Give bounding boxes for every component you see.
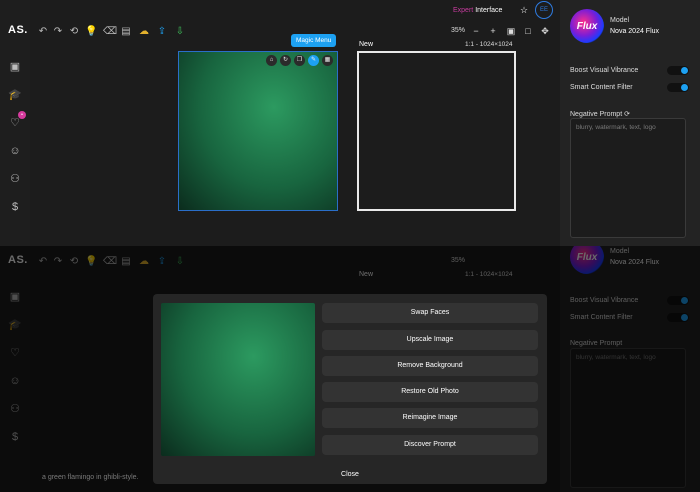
sync-icon[interactable]: ⟳: [624, 111, 630, 118]
new-canvas-frame[interactable]: [357, 51, 516, 211]
image-mini-toolbar: ⌂ ↻ ❐ ✎ ▦: [266, 55, 333, 67]
frame-icon[interactable]: □: [523, 26, 533, 36]
left-sidebar: AS. ▣ 🎓 ♡ • ☺ ⚇ $: [0, 0, 30, 246]
eraser-icon[interactable]: ⌫: [103, 26, 117, 38]
restore-old-photo-button[interactable]: Restore Old Photo: [322, 382, 538, 402]
layers-icon[interactable]: ❐: [294, 55, 305, 66]
profile-icon[interactable]: ☺: [8, 144, 22, 158]
interface-word: Interface: [475, 7, 503, 14]
zoom-out-icon[interactable]: −: [471, 26, 481, 36]
star-icon[interactable]: ☆: [520, 5, 530, 15]
idea-icon[interactable]: 💡: [85, 26, 97, 38]
vibrance-toggle[interactable]: [667, 66, 689, 75]
upload-icon[interactable]: ⇪: [156, 26, 168, 38]
model-name[interactable]: Nova 2024 Flux: [610, 28, 659, 35]
canvas-area: ↶ ↷ ⟲ 💡 ⌫ ▤ ☁ ⇪ ⇩ Expert Interface ☆ EE …: [30, 0, 560, 246]
close-button[interactable]: Close: [320, 468, 380, 482]
magic-menu-tooltip: Magic Menu: [291, 34, 337, 47]
image-icon[interactable]: ▦: [322, 55, 333, 66]
negative-prompt-input[interactable]: blurry, watermark, text, logo: [570, 118, 686, 238]
content-filter-toggle[interactable]: [667, 83, 689, 92]
favorites-badge: •: [18, 111, 26, 119]
toggle-label-vibrance: Boost Visual Vibrance: [570, 67, 639, 74]
favorites-icon[interactable]: ♡ •: [8, 111, 26, 130]
refresh-icon[interactable]: ↻: [280, 55, 291, 66]
app-logo[interactable]: AS.: [8, 24, 28, 36]
app-view-top: AS. ▣ 🎓 ♡ • ☺ ⚇ $ ↶ ↷ ⟲ 💡 ⌫ ▤ ☁ ⇪ ⇩ Exper…: [0, 0, 700, 246]
swap-faces-button[interactable]: Swap Faces: [322, 303, 538, 323]
learn-icon[interactable]: 🎓: [8, 88, 22, 102]
zoom-level: 35%: [451, 27, 466, 34]
model-label: Model: [610, 17, 630, 24]
right-panel: Flux Model Nova 2024 Flux Boost Visual V…: [560, 0, 700, 246]
home-icon[interactable]: ⌂: [266, 55, 277, 66]
toggle-label-filter: Smart Content Filter: [570, 84, 633, 91]
new-canvas-label: New: [359, 41, 374, 48]
expert-interface-label[interactable]: Expert Interface: [453, 7, 502, 14]
prompt-caption: a green flamingo in ghibli-style.: [42, 474, 139, 481]
pricing-icon[interactable]: $: [8, 200, 22, 214]
modal-preview-image: [161, 303, 315, 456]
zoom-in-icon[interactable]: +: [488, 26, 498, 36]
gallery-icon[interactable]: ▣: [8, 60, 22, 74]
upscale-image-button[interactable]: Upscale Image: [322, 330, 538, 350]
community-icon[interactable]: ⚇: [8, 172, 22, 186]
remove-background-button[interactable]: Remove Background: [322, 356, 538, 376]
expert-word: Expert: [453, 7, 474, 14]
discover-prompt-button[interactable]: Discover Prompt: [322, 435, 538, 455]
download-icon[interactable]: ⇩: [174, 26, 186, 38]
history-icon[interactable]: ⟲: [68, 26, 80, 38]
redo-icon[interactable]: ↷: [52, 26, 64, 38]
undo-icon[interactable]: ↶: [37, 26, 49, 38]
cloud-icon[interactable]: ☁: [138, 26, 150, 38]
bag-icon[interactable]: ▤: [120, 26, 132, 38]
move-icon[interactable]: ✥: [540, 26, 550, 36]
aspect-ratio-label: 1:1 - 1024×1024: [465, 41, 513, 48]
negative-prompt-label: Negative Prompt ⟳: [570, 111, 630, 118]
image-view-icon[interactable]: ▣: [506, 26, 516, 36]
magic-wand-icon[interactable]: ✎: [308, 55, 319, 66]
reimagine-image-button[interactable]: Reimagine Image: [322, 408, 538, 428]
generated-image-selected[interactable]: [178, 51, 338, 211]
model-logo[interactable]: Flux: [570, 9, 604, 43]
avatar[interactable]: EE: [535, 1, 553, 19]
